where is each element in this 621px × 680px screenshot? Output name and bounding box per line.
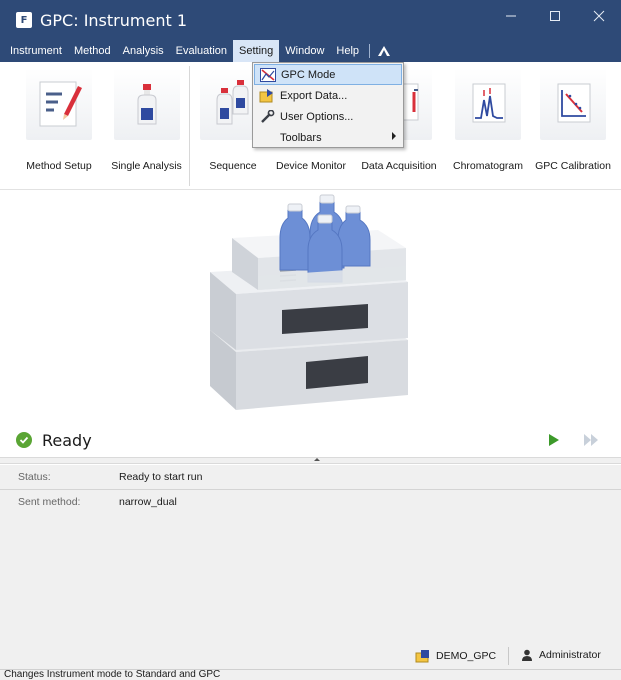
toolbar-label: Sequence: [209, 160, 257, 172]
ready-status-text: Ready: [42, 430, 92, 450]
title-bar[interactable]: F GPC: Instrument 1: [0, 0, 621, 40]
menu-separator: [369, 44, 371, 58]
menu-item-label: Toolbars: [280, 131, 322, 144]
gpc-calibration-icon: [540, 68, 606, 140]
menu-item-user-options[interactable]: User Options...: [254, 106, 402, 127]
toolbar-gpc-calibration[interactable]: GPC Calibration: [530, 66, 616, 186]
menu-item-toolbars[interactable]: Toolbars: [254, 127, 402, 148]
ready-check-icon: [16, 432, 32, 448]
run-info-panel: Status: Ready to start run Sent method: …: [0, 465, 621, 669]
status-label: Status:: [18, 471, 51, 483]
menu-help[interactable]: Help: [330, 40, 365, 62]
window-title: GPC: Instrument 1: [40, 10, 187, 30]
panel-splitter[interactable]: [0, 457, 621, 464]
close-button[interactable]: [577, 0, 621, 32]
fast-forward-icon[interactable]: [584, 434, 598, 446]
collapse-arrow-icon[interactable]: [314, 458, 320, 461]
project-folder-icon: [415, 650, 429, 663]
footer-divider: [508, 647, 509, 665]
sent-method-label: Sent method:: [18, 496, 81, 508]
toolbar-label: Device Monitor: [275, 160, 347, 172]
menu-window[interactable]: Window: [279, 40, 330, 62]
project-indicator[interactable]: DEMO_GPC: [415, 649, 496, 663]
status-bar: Changes Instrument mode to Standard and …: [0, 669, 621, 680]
menu-item-gpc-mode[interactable]: GPC Mode: [254, 64, 402, 85]
panel-footer: DEMO_GPC Administrator: [0, 647, 621, 669]
chromatogram-icon: [455, 68, 521, 140]
toolbar-chromatogram[interactable]: Chromatogram: [445, 66, 531, 186]
export-data-icon: [254, 88, 280, 103]
sent-method-row: Sent method: narrow_dual: [0, 490, 621, 514]
setting-dropdown-menu: GPC Mode Export Data... User Options... …: [252, 62, 404, 148]
gpc-mode-icon: [255, 67, 281, 82]
minimize-button[interactable]: [489, 0, 533, 32]
menu-item-label: Export Data...: [280, 89, 348, 102]
toolbar-label: Single Analysis: [111, 160, 182, 172]
instrument-image: [210, 194, 408, 410]
toolbar-label: Data Acquisition: [361, 160, 437, 172]
instrument-illustration: [0, 190, 621, 423]
minimize-icon: [506, 15, 516, 17]
single-analysis-icon: [113, 68, 180, 140]
wrench-icon: [254, 109, 280, 124]
project-name: DEMO_GPC: [436, 650, 497, 662]
toolbar-label: GPC Calibration: [535, 160, 611, 172]
maximize-button[interactable]: [533, 0, 577, 32]
menu-item-export-data[interactable]: Export Data...: [254, 85, 402, 106]
method-setup-icon: [26, 68, 92, 140]
user-name: Administrator: [539, 649, 601, 661]
maximize-icon: [550, 11, 560, 21]
sent-method-value: narrow_dual: [119, 496, 177, 508]
start-run-icon[interactable]: [549, 434, 559, 446]
brand-logo-icon[interactable]: [374, 42, 394, 60]
status-value: Ready to start run: [119, 471, 203, 483]
close-icon: [593, 10, 605, 22]
user-indicator[interactable]: Administrator: [521, 649, 601, 661]
toolbar-label: Chromatogram: [452, 160, 524, 172]
status-row: Status: Ready to start run: [0, 465, 621, 489]
menu-setting[interactable]: Setting: [233, 40, 280, 62]
menu-analysis[interactable]: Analysis: [117, 40, 170, 62]
status-line: Ready: [0, 424, 621, 456]
toolbar-single-analysis[interactable]: Single Analysis: [104, 66, 190, 186]
menu-item-label: GPC Mode: [281, 68, 336, 81]
submenu-arrow-icon: [392, 132, 396, 140]
menu-method[interactable]: Method: [68, 40, 117, 62]
menu-evaluation[interactable]: Evaluation: [170, 40, 233, 62]
menu-instrument[interactable]: Instrument: [4, 40, 68, 62]
menu-bar: Instrument Method Analysis Evaluation Se…: [0, 40, 621, 62]
toolbar-method-setup[interactable]: Method Setup: [16, 66, 102, 186]
menu-item-label: User Options...: [280, 110, 354, 123]
app-logo-icon: F: [16, 12, 32, 28]
user-icon: [522, 649, 532, 661]
toolbar-label: Method Setup: [26, 160, 92, 172]
